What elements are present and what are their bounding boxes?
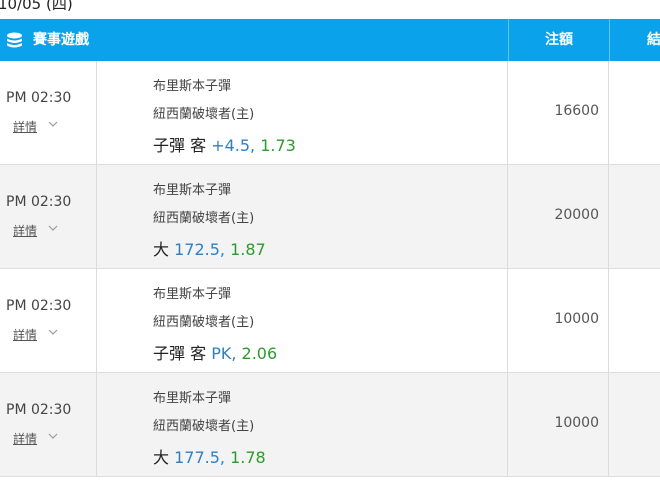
bet-pick: 子彈 客	[153, 136, 207, 155]
bet-handicap: 172.5,	[174, 240, 225, 259]
header-result-label: 結	[609, 19, 660, 61]
time-cell: PM 02:30 詳情	[0, 165, 97, 268]
match-time: PM 02:30	[6, 298, 72, 314]
home-team: 紐西蘭破壞者(主)	[153, 419, 255, 434]
match-time: PM 02:30	[6, 90, 72, 106]
detail-link[interactable]: 詳情	[13, 222, 37, 239]
stake-cell: 10000	[508, 373, 609, 476]
home-team: 紐西蘭破壞者(主)	[153, 211, 255, 226]
bet-handicap: 177.5,	[174, 448, 225, 467]
bet-pick: 大	[153, 240, 170, 259]
time-cell: PM 02:30 詳情	[0, 373, 97, 476]
stake-amount: 20000	[554, 207, 599, 223]
result-cell	[609, 269, 660, 372]
bet-selection: 子彈 客 PK, 2.06	[153, 340, 277, 364]
chevron-down-icon[interactable]	[48, 225, 58, 232]
game-stack-icon	[7, 32, 22, 48]
table-row: PM 02:30 詳情 布里斯本子彈 紐西蘭破壞者(主) 子彈 客 +4.5, …	[0, 61, 660, 165]
bet-list: PM 02:30 詳情 布里斯本子彈 紐西蘭破壞者(主) 子彈 客 +4.5, …	[0, 61, 660, 477]
game-cell: 布里斯本子彈 紐西蘭破壞者(主) 子彈 客 PK, 2.06	[97, 269, 508, 372]
table-row: PM 02:30 詳情 布里斯本子彈 紐西蘭破壞者(主) 子彈 客 PK, 2.…	[0, 269, 660, 373]
home-team: 紐西蘭破壞者(主)	[153, 315, 255, 330]
game-cell: 布里斯本子彈 紐西蘭破壞者(主) 大 172.5, 1.87	[97, 165, 508, 268]
bet-pick: 大	[153, 448, 170, 467]
home-team: 紐西蘭破壞者(主)	[153, 107, 255, 122]
result-cell	[609, 165, 660, 268]
stake-cell: 16600	[508, 61, 609, 164]
detail-link[interactable]: 詳情	[13, 430, 37, 447]
away-team: 布里斯本子彈	[153, 287, 232, 302]
bet-odds: 1.73	[260, 136, 296, 155]
bet-selection: 大 177.5, 1.78	[153, 444, 266, 468]
chevron-down-icon[interactable]	[48, 121, 58, 128]
detail-link[interactable]: 詳情	[13, 118, 37, 135]
chevron-down-icon[interactable]	[48, 329, 58, 336]
bet-odds: 2.06	[241, 344, 278, 363]
away-team: 布里斯本子彈	[153, 391, 232, 406]
stake-cell: 10000	[508, 269, 609, 372]
bet-handicap: +4.5,	[211, 136, 256, 155]
stake-amount: 10000	[554, 311, 599, 327]
stake-cell: 20000	[508, 165, 609, 268]
away-team: 布里斯本子彈	[153, 79, 232, 94]
stake-amount: 10000	[554, 415, 599, 431]
bet-selection: 子彈 客 +4.5, 1.73	[153, 132, 296, 156]
bet-odds: 1.78	[230, 448, 266, 467]
table-header: 賽事遊戲 注額 結	[0, 19, 660, 61]
time-cell: PM 02:30 詳情	[0, 61, 97, 164]
result-cell	[609, 61, 660, 164]
game-cell: 布里斯本子彈 紐西蘭破壞者(主) 子彈 客 +4.5, 1.73	[97, 61, 508, 164]
time-cell: PM 02:30 詳情	[0, 269, 97, 372]
header-game-label: 賽事遊戲	[33, 32, 89, 48]
header-game-column: 賽事遊戲	[0, 19, 507, 61]
date-heading: 10/05 (四)	[0, 0, 73, 13]
result-cell	[609, 373, 660, 476]
chevron-down-icon[interactable]	[48, 433, 58, 440]
game-cell: 布里斯本子彈 紐西蘭破壞者(主) 大 177.5, 1.78	[97, 373, 508, 476]
match-time: PM 02:30	[6, 194, 72, 210]
bet-selection: 大 172.5, 1.87	[153, 236, 266, 260]
bet-odds: 1.87	[230, 240, 266, 259]
match-time: PM 02:30	[6, 402, 72, 418]
header-stake-label: 注額	[508, 19, 609, 61]
table-row: PM 02:30 詳情 布里斯本子彈 紐西蘭破壞者(主) 大 172.5, 1.…	[0, 165, 660, 269]
bet-handicap: PK,	[211, 344, 237, 363]
bet-pick: 子彈 客	[153, 344, 207, 363]
table-row: PM 02:30 詳情 布里斯本子彈 紐西蘭破壞者(主) 大 177.5, 1.…	[0, 373, 660, 477]
stake-amount: 16600	[554, 103, 599, 119]
detail-link[interactable]: 詳情	[13, 326, 37, 343]
away-team: 布里斯本子彈	[153, 183, 232, 198]
